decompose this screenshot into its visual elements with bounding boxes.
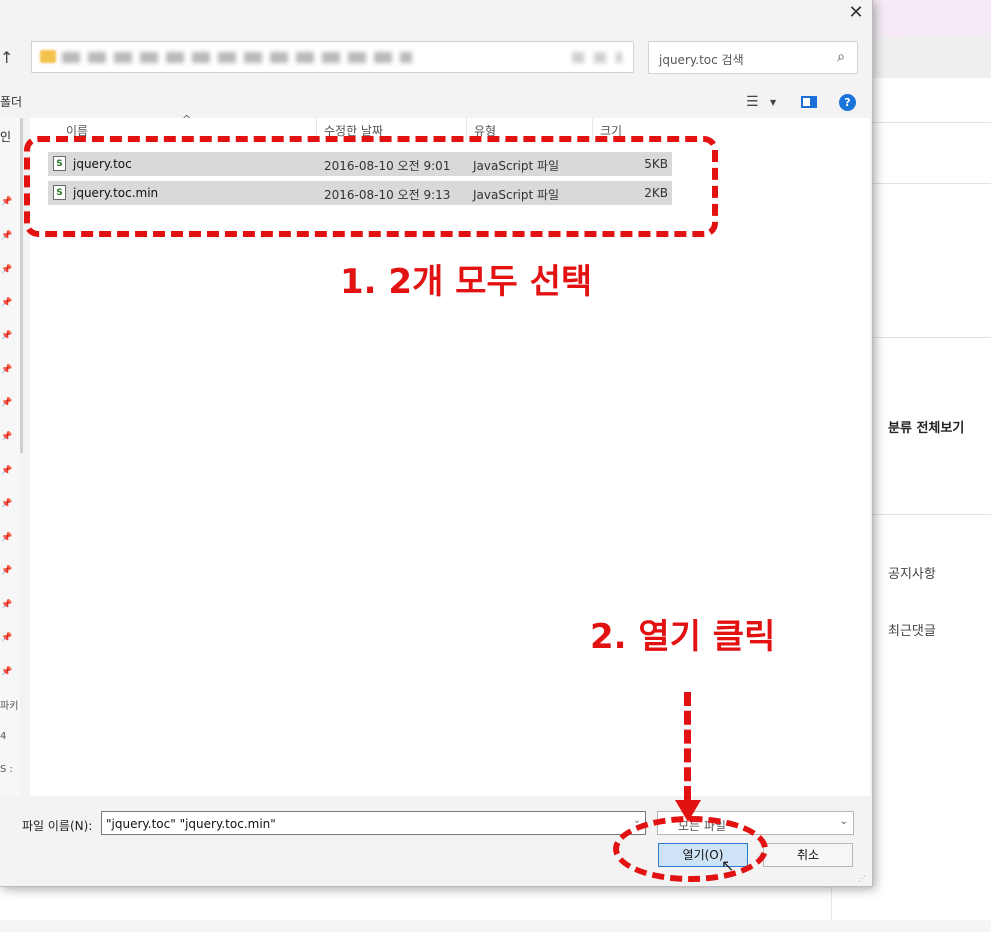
open-file-dialog: ✕ ↑ jquery.toc 검색 ⌕ 폴더 ☰ ▼ ? 인 📌 📌 📌 📌 📌… — [0, 0, 873, 887]
category-all-heading[interactable]: 분류 전체보기 — [888, 417, 964, 436]
annotation-arrow — [684, 692, 691, 800]
filename-input[interactable]: "jquery.toc" "jquery.toc.min" ⌄ — [101, 811, 646, 835]
annotation-step-1: 1. 2개 모두 선택 — [340, 262, 593, 302]
preview-pane-icon[interactable] — [801, 96, 817, 108]
pin-icon: 📌 — [1, 600, 13, 610]
notice-link[interactable]: 공지사항 — [888, 563, 936, 582]
search-field[interactable]: jquery.toc 검색 ⌕ — [648, 41, 858, 74]
new-folder-label[interactable]: 폴더 — [0, 93, 22, 110]
recent-comments-link[interactable]: 최근댓글 — [888, 620, 936, 639]
chevron-down-icon[interactable]: ▼ — [770, 98, 776, 107]
divider — [872, 122, 991, 123]
address-bar[interactable] — [31, 41, 634, 73]
pin-icon: 📌 — [1, 398, 13, 408]
divider — [872, 514, 991, 515]
up-folder-icon[interactable]: ↑ — [0, 48, 13, 67]
page-bottom-band — [0, 920, 991, 932]
blurred-controls — [572, 52, 622, 63]
pin-icon: 📌 — [1, 265, 13, 275]
annotation-open-ellipse — [613, 816, 768, 882]
cancel-button[interactable]: 취소 — [763, 843, 853, 867]
pin-icon: 📌 — [1, 533, 13, 543]
blurred-path — [62, 52, 412, 63]
search-icon[interactable]: ⌕ — [837, 49, 845, 65]
annotation-selection-box — [24, 136, 718, 237]
sort-caret-icon: ^ — [182, 113, 192, 126]
divider — [872, 337, 991, 338]
pin-icon: 📌 — [1, 667, 13, 677]
search-placeholder: jquery.toc 검색 — [659, 53, 744, 67]
filename-label: 파일 이름(N): — [22, 819, 93, 833]
nav-item[interactable]: 인 — [0, 128, 11, 145]
pin-icon: 📌 — [1, 432, 13, 442]
annotation-step-2: 2. 열기 클릭 — [590, 617, 776, 657]
pin-icon: 📌 — [1, 566, 13, 576]
help-icon[interactable]: ? — [839, 94, 856, 111]
view-list-icon[interactable]: ☰ — [746, 94, 759, 110]
pin-icon: 📌 — [1, 231, 13, 241]
filename-value: "jquery.toc" "jquery.toc.min" — [106, 817, 276, 831]
pin-icon: 📌 — [1, 499, 13, 509]
page-header-strip — [872, 38, 991, 78]
pin-icon: 📌 — [1, 331, 13, 341]
navigation-pane — [0, 118, 20, 796]
pin-icon: 📌 — [1, 633, 13, 643]
pin-icon: 📌 — [1, 197, 13, 207]
pin-icon: 📌 — [1, 466, 13, 476]
nav-item[interactable]: 4 — [0, 731, 6, 742]
resize-grip-icon[interactable]: ⋰ — [858, 874, 866, 883]
nav-item[interactable]: S : — [0, 764, 13, 775]
folder-icon — [40, 50, 56, 63]
pin-icon: 📌 — [1, 298, 13, 308]
close-button[interactable]: ✕ — [840, 0, 872, 26]
chevron-down-icon: ⌄ — [839, 816, 848, 827]
divider — [872, 183, 991, 184]
nav-scrollbar[interactable] — [20, 118, 23, 453]
pin-icon: 📌 — [1, 365, 13, 375]
nav-item[interactable]: 파키 — [0, 697, 18, 712]
